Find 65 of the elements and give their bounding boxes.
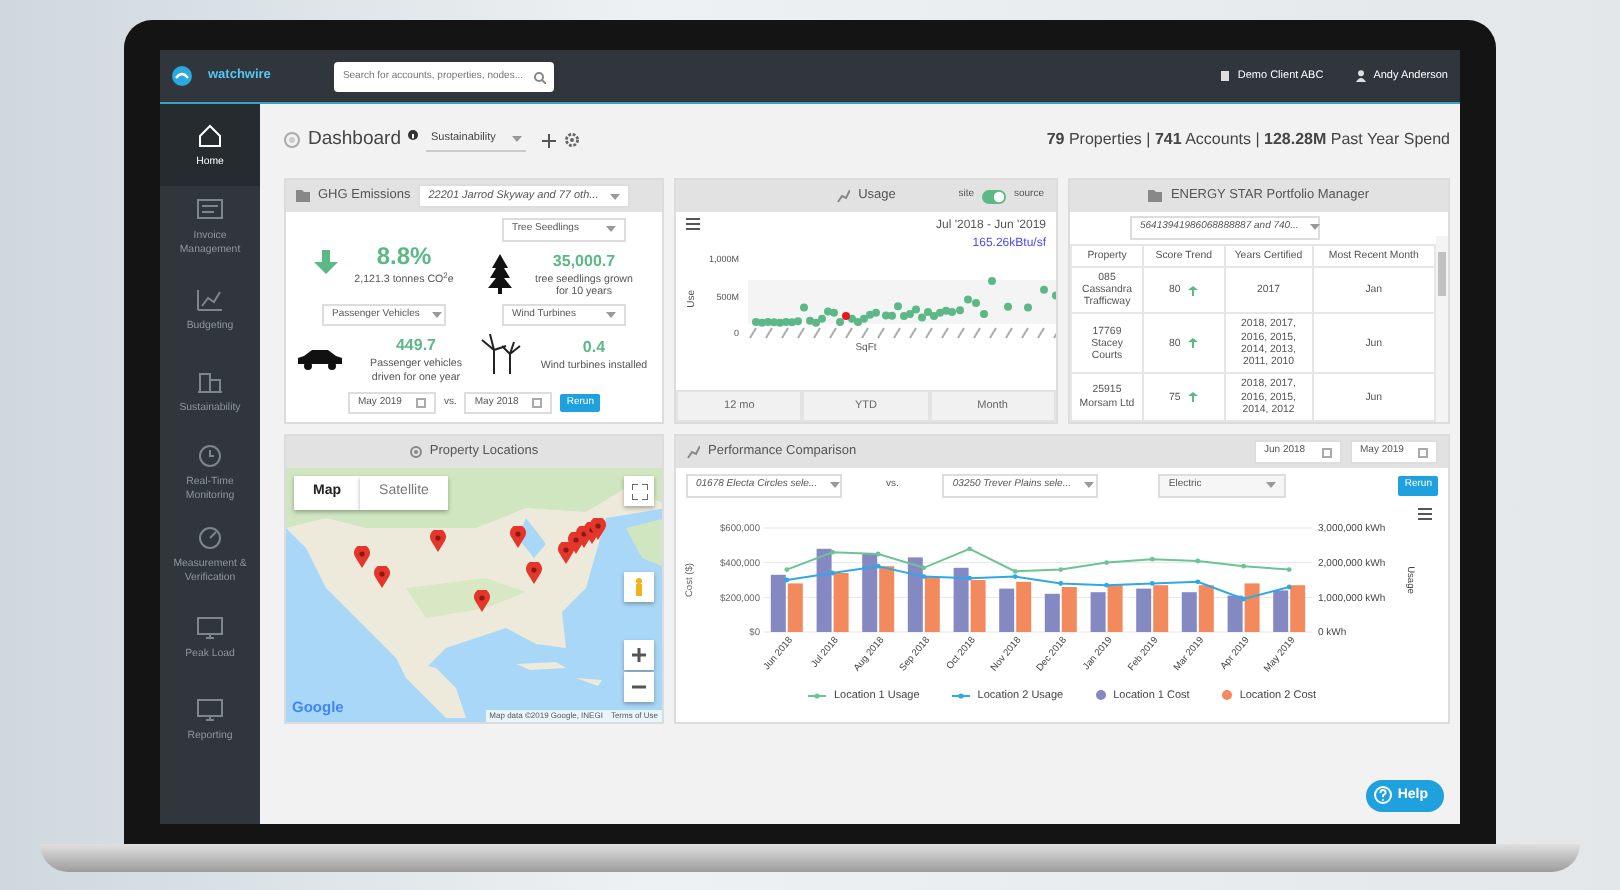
toggle-switch[interactable] [981,189,1006,203]
chart-icon [836,189,851,203]
menu-icon[interactable] [686,218,700,230]
map-pin-icon[interactable] [526,562,542,584]
legend-line-icon [807,691,826,700]
caret-icon[interactable] [829,482,840,489]
home-icon [196,121,224,150]
caret-icon[interactable] [610,193,621,199]
calendar-icon [532,397,543,408]
plus-icon[interactable] [541,133,556,147]
zoom-in-button[interactable] [624,640,654,670]
map-pin-icon[interactable] [590,518,606,540]
clock-icon [196,442,224,471]
person-icon [634,578,644,596]
equivalent-value: 35,000.7 [552,249,616,273]
plus-icon [632,648,646,662]
help-icon [1373,786,1392,805]
tree-icon [488,254,512,295]
caret-icon[interactable] [1310,224,1321,231]
wind-turbine-icon [480,334,525,375]
search-icon [534,71,547,83]
map-pin-icon[interactable] [430,530,446,552]
info-icon [408,129,419,139]
monitor-icon [196,695,224,724]
caret-icon[interactable] [1266,482,1277,489]
map-pin-icon[interactable] [354,546,370,568]
folder-icon [1148,190,1163,202]
map-pin-icon[interactable] [374,566,390,588]
minus-icon [632,680,646,694]
globe-icon [409,446,422,458]
calendar-icon [415,397,426,408]
caret-icon[interactable] [606,312,616,318]
calendar-icon [1418,447,1428,457]
caret-icon[interactable] [511,136,522,142]
summary-stats: 79 Properties | 741 Accounts | 128.28M Past Year Spend [1046,128,1450,152]
legend-dot-icon [1095,690,1106,701]
fullscreen-button[interactable] [624,476,654,506]
legend-line-icon [951,691,970,700]
monitor-icon [196,613,224,642]
settings-icon[interactable] [563,132,580,148]
caret-icon[interactable] [606,226,616,233]
building-icon [1219,70,1230,82]
fullscreen-icon [631,483,647,499]
equivalent-value: 0.4 [582,335,606,360]
caret-icon[interactable] [431,312,442,318]
equivalent-value: 8.8% [376,240,432,274]
target-icon [284,132,300,148]
zoom-out-button[interactable] [624,672,654,702]
map-pin-icon[interactable] [510,526,526,548]
logo-icon [172,66,192,86]
calendar-icon [1322,447,1332,457]
car-icon [296,348,344,371]
gauge-icon [196,524,224,553]
folder-icon [296,190,310,202]
equivalent-value: 449.7 [395,334,437,358]
caret-icon[interactable] [1083,482,1093,489]
user-icon [1355,70,1366,82]
chart-icon [686,445,700,459]
menu-icon[interactable] [1418,507,1432,519]
chart-icon [196,285,224,314]
document-icon [196,196,224,225]
building-icon [196,367,224,396]
legend-dot-icon [1221,690,1232,701]
page-title: Dashboard [308,125,401,154]
map-pin-icon[interactable] [474,590,490,612]
